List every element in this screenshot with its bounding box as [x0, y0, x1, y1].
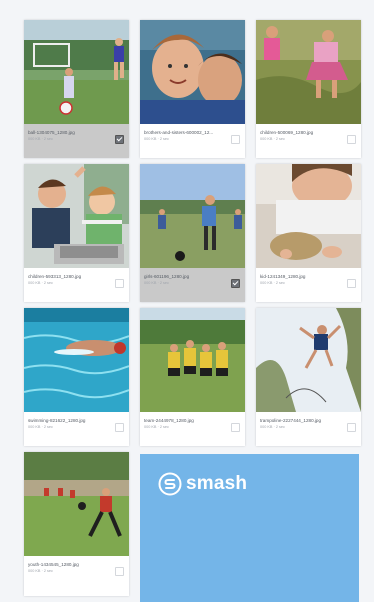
file-meta: 000 KB · 2 sec	[28, 281, 53, 285]
photo-card[interactable]: girls-601196_1280.jpg 000 KB · 2 sec	[140, 164, 245, 302]
photo-card[interactable]: kid-1241349_1280.jpg 000 KB · 2 sec	[256, 164, 361, 302]
photo-card[interactable]: brothers-and-sisters-600002_12... 000 KB…	[140, 20, 245, 158]
file-meta: 000 KB · 2 sec	[28, 425, 53, 429]
photo-thumbnail[interactable]	[24, 20, 129, 124]
photo-thumbnail[interactable]	[256, 164, 361, 268]
select-checkbox[interactable]	[115, 279, 124, 288]
select-checkbox[interactable]	[347, 135, 356, 144]
smash-logo: smash	[158, 472, 247, 496]
photo-card[interactable]: children-593313_1280.jpg 000 KB · 2 sec	[24, 164, 129, 302]
smash-brand-text: smash	[186, 473, 248, 494]
file-meta: 000 KB · 2 sec	[260, 137, 285, 141]
smash-promo-banner[interactable]: smash	[140, 454, 359, 602]
select-checkbox[interactable]	[231, 135, 240, 144]
photo-card[interactable]: ball-1304075_1280.jpg 000 KB · 2 sec	[24, 20, 129, 158]
select-checkbox[interactable]	[347, 279, 356, 288]
file-meta: 000 KB · 2 sec	[144, 281, 169, 285]
photo-card[interactable]: swimming-821622_1280.jpg 000 KB · 2 sec	[24, 308, 129, 446]
select-checkbox[interactable]	[231, 423, 240, 432]
select-checkbox[interactable]	[115, 567, 124, 576]
photo-card[interactable]: team-2444978_1280.jpg 000 KB · 2 sec	[140, 308, 245, 446]
select-checkbox[interactable]	[115, 135, 124, 144]
file-meta: 000 KB · 2 sec	[28, 137, 53, 141]
photo-thumbnail[interactable]	[140, 164, 245, 268]
photo-thumbnail[interactable]	[24, 452, 129, 556]
file-meta: 000 KB · 2 sec	[144, 425, 169, 429]
file-meta: 000 KB · 2 sec	[260, 425, 285, 429]
photo-thumbnail[interactable]	[140, 20, 245, 124]
select-checkbox[interactable]	[231, 279, 240, 288]
smash-logo-icon	[158, 472, 182, 496]
photo-card[interactable]: youth-1434545_1280.jpg 000 KB · 2 sec	[24, 452, 129, 596]
photo-thumbnail[interactable]	[256, 308, 361, 412]
photo-thumbnail[interactable]	[256, 20, 361, 124]
select-checkbox[interactable]	[347, 423, 356, 432]
file-meta: 000 KB · 2 sec	[28, 569, 53, 573]
file-meta: 000 KB · 2 sec	[144, 137, 169, 141]
select-checkbox[interactable]	[115, 423, 124, 432]
photo-card[interactable]: trampoline-2227444_1280.jpg 000 KB · 2 s…	[256, 308, 361, 446]
photo-card[interactable]: children-500069_1280.jpg 000 KB · 2 sec	[256, 20, 361, 158]
photo-thumbnail[interactable]	[24, 308, 129, 412]
file-meta: 000 KB · 2 sec	[260, 281, 285, 285]
photo-thumbnail[interactable]	[24, 164, 129, 268]
photo-thumbnail[interactable]	[140, 308, 245, 412]
